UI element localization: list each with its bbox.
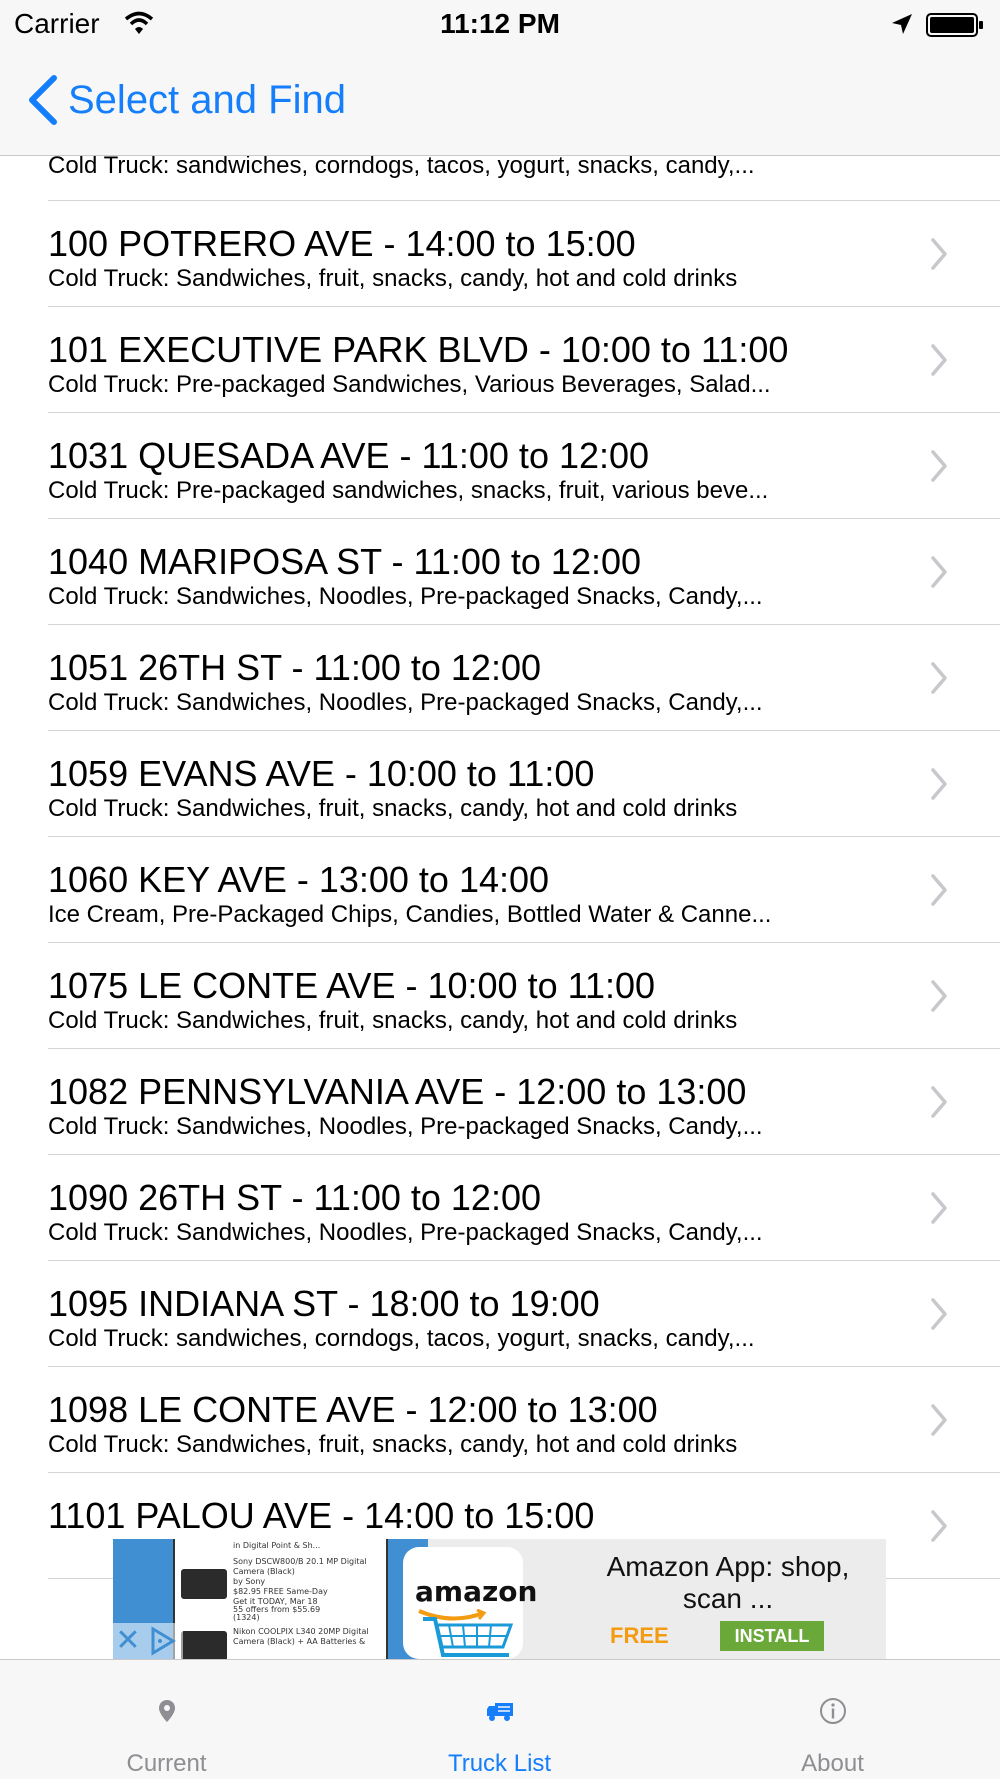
- list-item-title: 100 POTRERO AVE - 14:00 to 15:00: [48, 223, 636, 264]
- tab-label: About: [801, 1750, 864, 1777]
- list-item-title: 1051 26TH ST - 11:00 to 12:00: [48, 647, 541, 688]
- list-item[interactable]: 1031 QUESADA AVE - 11:00 to 12:00 Cold Tr…: [48, 413, 1000, 519]
- list-item-subtitle: Cold Truck: Sandwiches, Noodles, Pre-pac…: [48, 583, 763, 610]
- list-item-title: 1040 MARIPOSA ST - 11:00 to 12:00: [48, 541, 642, 582]
- list-item[interactable]: 1060 KEY AVE - 13:00 to 14:00 Ice Cream, …: [48, 837, 1000, 943]
- list-item-subtitle: Cold Truck: Sandwiches, fruit, snacks, c…: [48, 1431, 738, 1458]
- list-item[interactable]: 1090 26TH ST - 11:00 to 12:00 Cold Truck:…: [48, 1155, 1000, 1261]
- list-item-subtitle: Ice Cream, Pre-Packaged Chips, Candies, …: [48, 901, 772, 928]
- chevron-right-icon: [931, 450, 947, 482]
- tab-label: Truck List: [447, 1750, 552, 1777]
- chevron-right-icon: [931, 1510, 947, 1542]
- list-item-title: 1059 EVANS AVE - 10:00 to 11:00: [48, 753, 595, 794]
- list-item[interactable]: 1098 LE CONTE AVE - 12:00 to 13:00 Cold T…: [48, 1367, 1000, 1473]
- camera-thumbnail-icon: [181, 1569, 227, 1599]
- ad-banner[interactable]: in Digital Point & Sh... Sony DSCW800/B 2…: [113, 1539, 886, 1659]
- close-ad-icon[interactable]: ✕: [113, 1623, 143, 1659]
- list-item-title: 101 EXECUTIVE PARK BLVD - 10:00 to 11:00: [48, 329, 789, 370]
- location-arrow-icon: [892, 14, 912, 34]
- chevron-right-icon: [931, 768, 947, 800]
- list-item-title: 1060 KEY AVE - 13:00 to 14:00: [48, 859, 550, 900]
- chevron-right-icon: [931, 556, 947, 588]
- ad-choices-icon[interactable]: [143, 1623, 183, 1659]
- list-item-subtitle: Cold Truck: Sandwiches, Noodles, Pre-pac…: [48, 1113, 763, 1140]
- chevron-right-icon: [931, 980, 947, 1012]
- ad-screenshot-text: Sony DSCW800/B 20.1 MP Digital: [233, 1557, 367, 1566]
- list-item-subtitle: Cold Truck: Sandwiches, fruit, snacks, c…: [48, 265, 738, 292]
- chevron-right-icon: [931, 874, 947, 906]
- ad-screenshot-text: in Digital Point & Sh...: [233, 1541, 321, 1550]
- clock: 11:12 PM: [440, 8, 560, 39]
- list-item[interactable]: Cold Truck: sandwiches, corndogs, tacos,…: [48, 156, 1000, 201]
- tab-truck-list[interactable]: Truck List: [333, 1660, 666, 1779]
- list-item-subtitle: Cold Truck: Sandwiches, Noodles, Pre-pac…: [48, 689, 763, 716]
- truck-icon: [486, 1703, 513, 1721]
- list-item-subtitle: Cold Truck: Sandwiches, fruit, snacks, c…: [48, 1007, 738, 1034]
- battery-icon: [926, 13, 983, 37]
- chevron-right-icon: [931, 1192, 947, 1224]
- chevron-left-icon: [29, 75, 57, 125]
- camera-thumbnail-icon: [181, 1631, 227, 1659]
- list-item[interactable]: 1040 MARIPOSA ST - 11:00 to 12:00 Cold Tr…: [48, 519, 1000, 625]
- navigation-bar: Select and Find: [0, 50, 1000, 156]
- chevron-right-icon: [931, 662, 947, 694]
- list-item-title: 1095 INDIANA ST - 18:00 to 19:00: [48, 1283, 600, 1324]
- chevron-right-icon: [931, 238, 947, 270]
- tab-current[interactable]: Current: [0, 1660, 333, 1779]
- list-item[interactable]: 1059 EVANS AVE - 10:00 to 11:00 Cold Truc…: [48, 731, 1000, 837]
- amazon-app-icon: amazon: [403, 1547, 537, 1659]
- list-item[interactable]: 101 EXECUTIVE PARK BLVD - 10:00 to 11:00…: [48, 307, 1000, 413]
- ad-title: Amazon App: shop, scan ...: [606, 1551, 850, 1614]
- list-item[interactable]: 1082 PENNSYLVANIA AVE - 12:00 to 13:00 Co…: [48, 1049, 1000, 1155]
- list-item[interactable]: 1095 INDIANA ST - 18:00 to 19:00 Cold Tru…: [48, 1261, 1000, 1367]
- chevron-right-icon: [931, 1404, 947, 1436]
- info-icon: [819, 1698, 846, 1724]
- map-pin-icon: [158, 1700, 175, 1722]
- list-item-title: 1075 LE CONTE AVE - 10:00 to 11:00: [48, 965, 656, 1006]
- amazon-logo-text: amazon: [415, 1575, 538, 1608]
- list-item-title: 1090 26TH ST - 11:00 to 12:00: [48, 1177, 541, 1218]
- ad-screenshot-text: Camera (Black) + AA Batteries &: [233, 1637, 366, 1646]
- tab-about[interactable]: About: [666, 1660, 999, 1779]
- list-item-title: 1082 PENNSYLVANIA AVE - 12:00 to 13:00: [48, 1071, 747, 1112]
- back-button-label: Select and Find: [68, 77, 346, 122]
- ad-product-screenshot: in Digital Point & Sh... Sony DSCW800/B 2…: [173, 1539, 388, 1659]
- install-button[interactable]: INSTALL: [720, 1621, 824, 1651]
- list-item-title: 1098 LE CONTE AVE - 12:00 to 13:00: [48, 1389, 658, 1430]
- list-item[interactable]: 1075 LE CONTE AVE - 10:00 to 11:00 Cold T…: [48, 943, 1000, 1049]
- list-item-title: 1101 PALOU AVE - 14:00 to 15:00: [48, 1495, 595, 1536]
- shopping-cart-icon: [423, 1617, 513, 1657]
- ad-screenshot-text: Camera (Black): [233, 1567, 295, 1576]
- chevron-right-icon: [931, 344, 947, 376]
- list-item[interactable]: 100 POTRERO AVE - 14:00 to 15:00 Cold Tru…: [48, 201, 1000, 307]
- ad-price: FREE: [610, 1623, 669, 1648]
- ad-screenshot-text: by Sony: [233, 1577, 266, 1586]
- list-item[interactable]: 1051 26TH ST - 11:00 to 12:00 Cold Truck:…: [48, 625, 1000, 731]
- ad-screenshot-text: (1324): [233, 1613, 260, 1622]
- back-button[interactable]: Select and Find: [26, 72, 346, 128]
- ad-screenshot-text: Nikon COOLPIX L340 20MP Digital: [233, 1627, 369, 1636]
- list-item-subtitle: Cold Truck: Pre-packaged sandwiches, sna…: [48, 477, 769, 504]
- list-item-subtitle: Cold Truck: Sandwiches, fruit, snacks, c…: [48, 795, 738, 822]
- tab-bar: Current Truck List About: [0, 1659, 1000, 1779]
- ad-screenshot-text: $82.95 FREE Same-Day: [233, 1587, 328, 1596]
- list-item-subtitle: Cold Truck: sandwiches, corndogs, tacos,…: [48, 156, 755, 179]
- list-item-subtitle: Cold Truck: Sandwiches, Noodles, Pre-pac…: [48, 1219, 763, 1246]
- status-bar: Carrier 11:12 PM: [0, 0, 1000, 50]
- chevron-right-icon: [931, 1086, 947, 1118]
- truck-list[interactable]: Cold Truck: sandwiches, corndogs, tacos,…: [0, 156, 1000, 1659]
- list-item-subtitle: Cold Truck: Pre-packaged Sandwiches, Var…: [48, 371, 771, 398]
- list-item-title: 1031 QUESADA AVE - 11:00 to 12:00: [48, 435, 650, 476]
- list-item-subtitle: Cold Truck: sandwiches, corndogs, tacos,…: [48, 1325, 755, 1352]
- tab-label: Current: [126, 1750, 207, 1777]
- chevron-right-icon: [931, 1298, 947, 1330]
